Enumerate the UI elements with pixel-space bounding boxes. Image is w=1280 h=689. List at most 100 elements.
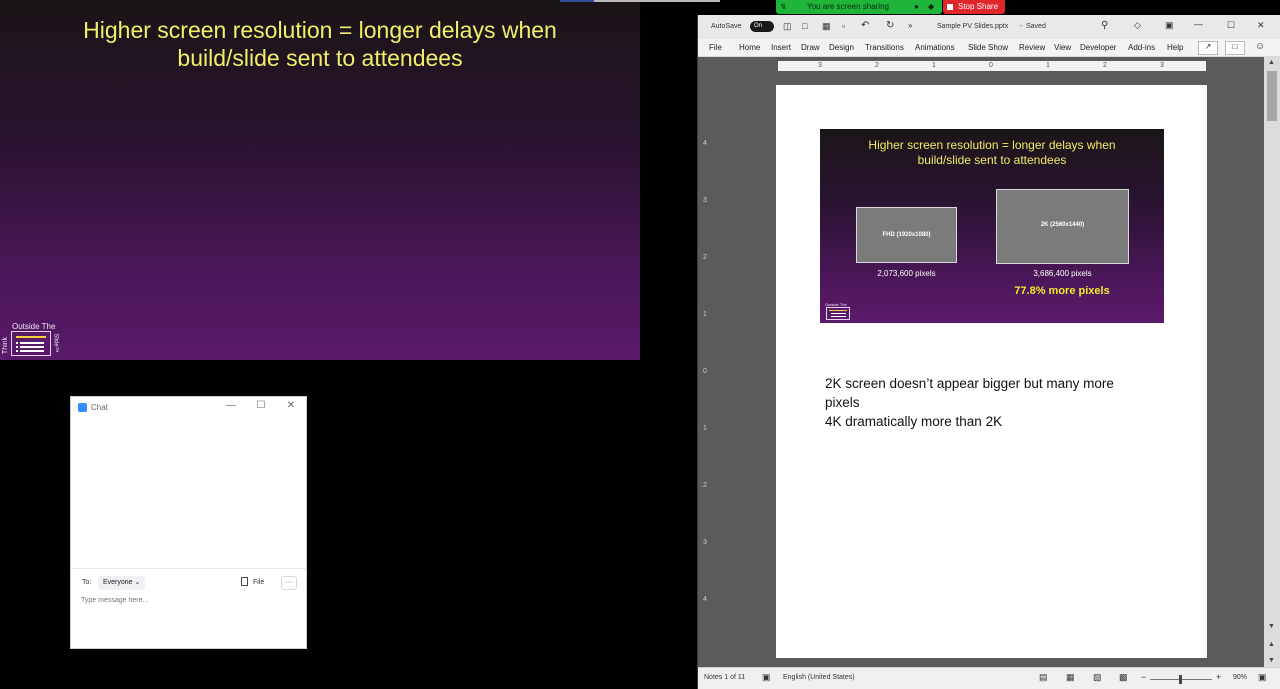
stop-share-button[interactable]: Stop Share: [943, 0, 1005, 14]
scroll-down-icon[interactable]: ▼: [1268, 623, 1275, 630]
more-pixels-callout: 77.8% more pixels: [1014, 285, 1110, 297]
comments-icon[interactable]: □: [1225, 41, 1245, 55]
tab-animations[interactable]: Animations: [915, 43, 955, 52]
scrollbar-thumb[interactable]: [1267, 71, 1277, 121]
top-indicator-gray: [594, 0, 720, 2]
slide-title: Higher screen resolution = longer delays…: [0, 16, 640, 72]
share-status-icon: ↯: [780, 2, 787, 11]
status-bar: Notes 1 of 11 ▣ English (United States) …: [698, 667, 1280, 689]
undo-icon[interactable]: ↶: [861, 20, 869, 31]
ruler-tick: 3: [818, 62, 822, 69]
zoom-slider-thumb[interactable]: [1179, 675, 1182, 684]
slideshow-view-icon[interactable]: ▩: [1119, 672, 1128, 683]
tab-design[interactable]: Design: [829, 43, 854, 52]
notes-line: 4K dramatically more than 2K: [825, 414, 1003, 429]
chat-window: Chat — ☐ ✕ To: Everyone ⌄ File ···: [70, 396, 307, 649]
minimize-icon[interactable]: —: [225, 400, 237, 411]
search-icon[interactable]: ⚲: [1101, 20, 1108, 31]
vruler-tick: 2: [703, 254, 707, 261]
vruler-tick: 1: [703, 311, 707, 318]
tab-slide-show[interactable]: Slide Show: [968, 43, 1008, 52]
spellcheck-icon[interactable]: ▣: [762, 672, 771, 683]
overflow-icon[interactable]: »: [908, 21, 912, 30]
title-separator: -: [1020, 23, 1023, 30]
more-options-button[interactable]: ···: [281, 576, 297, 590]
recipient-dropdown[interactable]: Everyone ⌄: [98, 576, 146, 590]
folder-icon[interactable]: ▫: [842, 21, 845, 31]
normal-view-icon[interactable]: ▤: [1039, 672, 1048, 683]
ruler-tick: 0: [989, 62, 993, 69]
vertical-ruler: 4 3 2 1 0 1 2 3 4: [701, 85, 709, 670]
notes-page: Higher screen resolution = longer delays…: [776, 85, 1207, 658]
scroll-up-icon[interactable]: ▲: [1268, 59, 1275, 66]
tab-insert[interactable]: Insert: [771, 43, 791, 52]
slide-thumbnail[interactable]: Higher screen resolution = longer delays…: [820, 129, 1164, 323]
redo-icon[interactable]: ↻: [886, 20, 894, 31]
language-label[interactable]: English (United States): [783, 674, 855, 681]
stop-share-label: Stop Share: [958, 2, 999, 11]
vertical-scrollbar[interactable]: ▲ ▼ ▲ ▼: [1264, 57, 1280, 675]
next-page-icon[interactable]: ▼: [1268, 657, 1275, 664]
reading-view-icon[interactable]: ▧: [1093, 672, 1102, 683]
ruler-tick: 3: [1160, 62, 1164, 69]
tab-file[interactable]: File: [709, 43, 722, 52]
tab-home[interactable]: Home: [739, 43, 760, 52]
tab-draw[interactable]: Draw: [801, 43, 820, 52]
maximize-icon[interactable]: ☐: [1227, 20, 1235, 31]
tab-review[interactable]: Review: [1019, 43, 1045, 52]
zoom-level[interactable]: 90%: [1233, 674, 1247, 681]
print-icon[interactable]: ▦: [822, 21, 831, 32]
recipient-value: Everyone: [103, 579, 133, 586]
slide-title-line1: Higher screen resolution = longer delays…: [83, 17, 557, 43]
top-indicator-blue: [560, 0, 594, 2]
save-icon[interactable]: ◫: [783, 21, 792, 32]
zoom-in-icon[interactable]: +: [1216, 672, 1221, 682]
screen-sharing-banner[interactable]: ↯ You are screen sharing ● ◆: [776, 0, 942, 14]
ribbon-display-icon[interactable]: ▣: [1165, 20, 1174, 31]
tab-view[interactable]: View: [1054, 43, 1071, 52]
file-button[interactable]: File: [241, 577, 264, 586]
tab-add-ins[interactable]: Add-ins: [1128, 43, 1155, 52]
tab-developer[interactable]: Developer: [1080, 43, 1116, 52]
share-icon[interactable]: ↗: [1198, 41, 1218, 55]
ruler-tick: 1: [1046, 62, 1050, 69]
prev-page-icon[interactable]: ▲: [1268, 641, 1275, 648]
qhd-box: 2K (2560x1440): [996, 189, 1129, 264]
autosave-state: On: [754, 23, 763, 29]
save-status: Saved: [1026, 23, 1046, 30]
smiley-icon[interactable]: ☺: [1255, 41, 1265, 52]
ruler-tick: 2: [1103, 62, 1107, 69]
stop-icon: [947, 4, 953, 10]
minimize-icon[interactable]: —: [1194, 19, 1203, 29]
fit-to-window-icon[interactable]: ▣: [1258, 672, 1267, 683]
notes-line: 2K screen doesn’t appear bigger but many…: [825, 376, 1114, 391]
file-icon: [241, 577, 248, 586]
mic-icon[interactable]: ●: [914, 0, 919, 14]
qhd-label: 2K (2560x1440): [1040, 222, 1085, 228]
autosave-toggle[interactable]: On: [750, 21, 774, 32]
diamond-icon[interactable]: ◇: [1134, 20, 1141, 31]
maximize-icon[interactable]: ☐: [255, 400, 267, 411]
shield-icon[interactable]: ◆: [928, 0, 934, 14]
tab-help[interactable]: Help: [1167, 43, 1183, 52]
vruler-tick: 1: [703, 425, 707, 432]
to-label: To:: [82, 579, 92, 586]
mini-title-line2: build/slide sent to attendees: [917, 153, 1067, 167]
new-file-icon[interactable]: □: [802, 21, 807, 31]
autosave-label: AutoSave: [711, 23, 742, 30]
chat-divider: [71, 568, 306, 569]
close-icon[interactable]: ✕: [1257, 20, 1265, 31]
ribbon-tabs: File Home Insert Draw Design Transitions…: [698, 39, 1280, 57]
speaker-notes[interactable]: 2K screen doesn’t appear bigger but many…: [825, 374, 1165, 431]
tab-transitions[interactable]: Transitions: [865, 43, 904, 52]
zoom-out-icon[interactable]: −: [1141, 672, 1146, 682]
message-input[interactable]: [81, 597, 281, 604]
slide-sorter-icon[interactable]: ▦: [1066, 672, 1075, 683]
close-icon[interactable]: ✕: [285, 400, 297, 411]
notes-count: Notes 1 of 11: [704, 674, 746, 681]
mini-title-line1: Higher screen resolution = longer delays…: [868, 138, 1116, 152]
vruler-tick: 3: [703, 539, 707, 546]
horizontal-ruler: 3 2 1 0 1 2 3: [778, 61, 1206, 71]
vruler-tick: 4: [703, 140, 707, 147]
chat-title: Chat: [91, 403, 108, 412]
